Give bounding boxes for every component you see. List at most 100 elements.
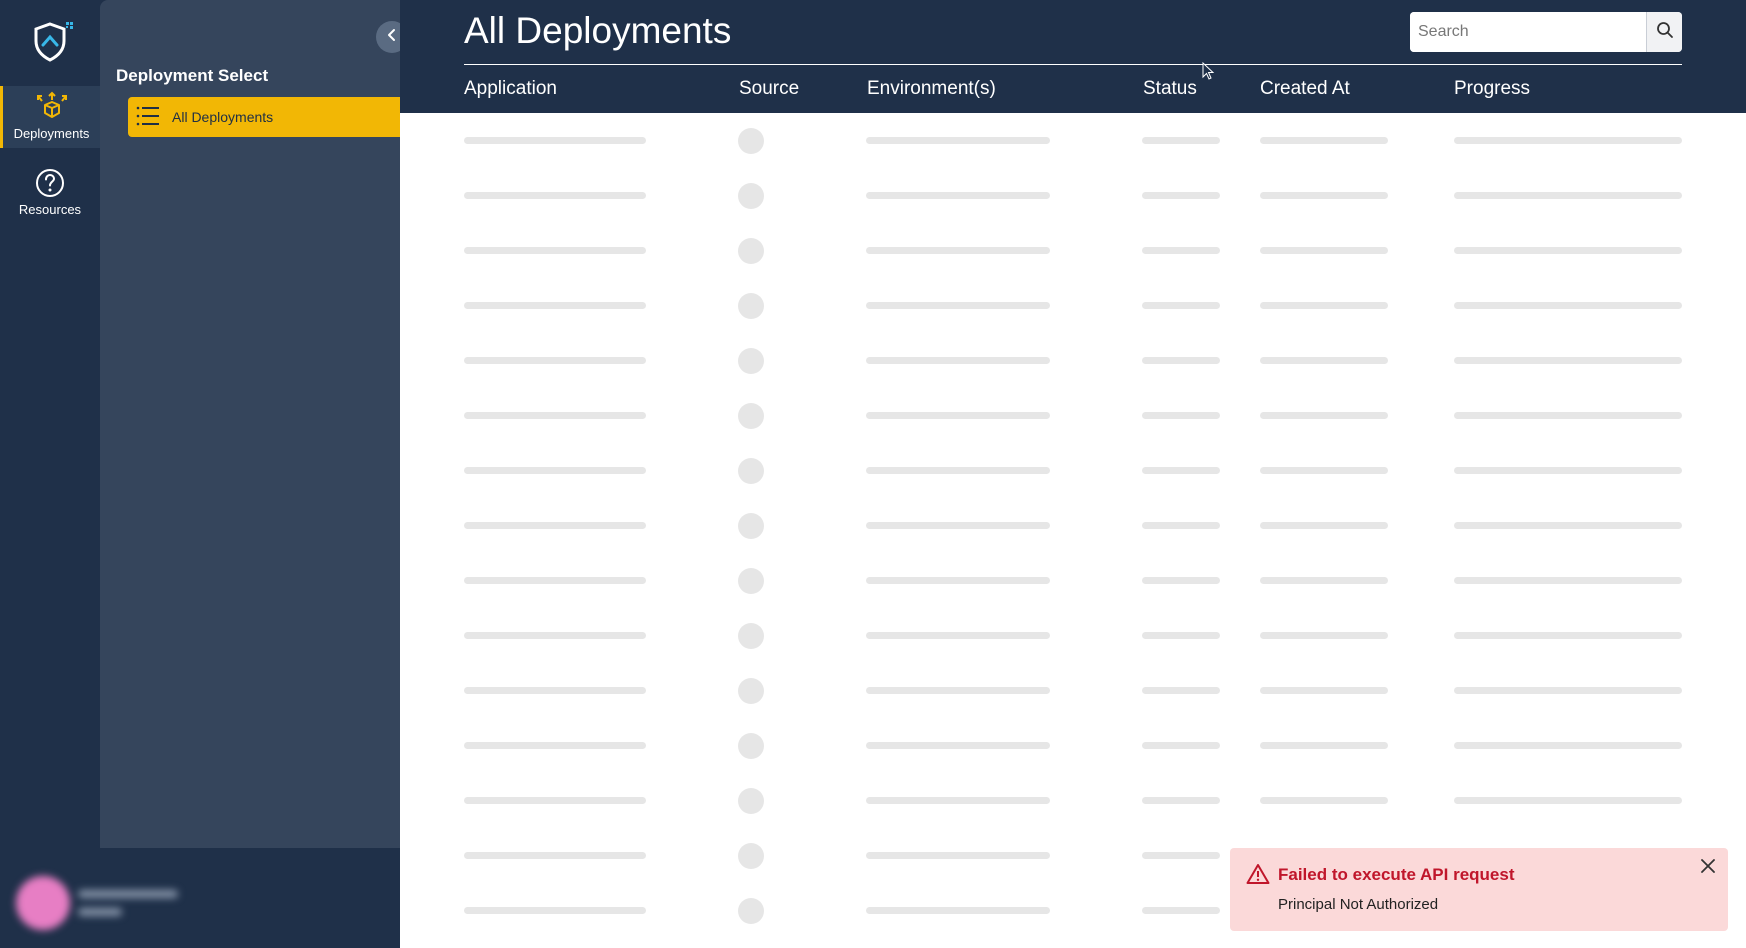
skeleton-bar (1142, 302, 1220, 309)
skeleton-row (400, 773, 1746, 828)
mouse-cursor-icon (1202, 61, 1216, 87)
skeleton-bar (1142, 577, 1220, 584)
column-header-progress[interactable]: Progress (1454, 78, 1530, 100)
skeleton-bar (464, 687, 646, 694)
skeleton-bar (1142, 797, 1220, 804)
rail-item-resources[interactable]: Resources (0, 160, 100, 224)
rail-item-deployments[interactable]: Deployments (0, 86, 100, 148)
skeleton-bar (1454, 247, 1682, 254)
skeleton-circle (738, 843, 764, 869)
skeleton-bar (866, 797, 1050, 804)
skeleton-row (400, 553, 1746, 608)
skeleton-bar (866, 357, 1050, 364)
skeleton-bar (866, 302, 1050, 309)
column-header-source[interactable]: Source (739, 78, 799, 100)
chevron-left-icon (385, 28, 399, 47)
skeleton-bar (866, 467, 1050, 474)
skeleton-bar (464, 522, 646, 529)
skeleton-bar (464, 577, 646, 584)
panel-title: Deployment Select (116, 66, 269, 85)
skeleton-bar (464, 137, 646, 144)
skeleton-row (400, 333, 1746, 388)
search-button[interactable] (1646, 12, 1682, 52)
user-profile[interactable] (16, 876, 178, 930)
skeleton-bar (866, 577, 1050, 584)
warning-triangle-icon (1246, 863, 1270, 890)
toast-message: Principal Not Authorized (1278, 896, 1439, 913)
deployment-select-panel: Deployment Select All Deployments (100, 0, 408, 848)
column-header-status[interactable]: Status (1143, 78, 1197, 100)
skeleton-bar (464, 632, 646, 639)
skeleton-bar (1142, 137, 1220, 144)
skeleton-bar (1260, 687, 1388, 694)
skeleton-bar (1260, 412, 1388, 419)
skeleton-row (400, 443, 1746, 498)
skeleton-bar (464, 852, 646, 859)
nav-item-label: All Deployments (172, 109, 274, 125)
skeleton-bar (1454, 742, 1682, 749)
skeleton-bar (1260, 577, 1388, 584)
list-icon (136, 105, 160, 130)
close-icon (1701, 858, 1715, 878)
skeleton-bar (1260, 302, 1388, 309)
skeleton-circle (738, 128, 764, 154)
skeleton-circle (738, 348, 764, 374)
skeleton-bar (866, 522, 1050, 529)
skeleton-bar (1142, 412, 1220, 419)
avatar (16, 876, 70, 930)
skeleton-row (400, 168, 1746, 223)
page-title: All Deployments (464, 10, 732, 51)
skeleton-bar (1142, 467, 1220, 474)
skeleton-bar (1260, 522, 1388, 529)
rail-item-label: Deployments (13, 126, 90, 141)
skeleton-bar (866, 907, 1050, 914)
skeleton-bar (866, 137, 1050, 144)
shield-logo-icon[interactable] (30, 20, 74, 64)
column-header-environments[interactable]: Environment(s) (867, 78, 996, 100)
skeleton-circle (738, 733, 764, 759)
skeleton-circle (738, 403, 764, 429)
column-header-created-at[interactable]: Created At (1260, 78, 1350, 100)
skeleton-bar (1454, 467, 1682, 474)
skeleton-circle (738, 623, 764, 649)
nav-item-all-deployments[interactable]: All Deployments (128, 97, 400, 137)
skeleton-bar (1142, 852, 1220, 859)
skeleton-bar (1260, 247, 1388, 254)
column-header-application[interactable]: Application (464, 78, 557, 100)
skeleton-bar (1142, 192, 1220, 199)
skeleton-bar (1260, 137, 1388, 144)
search-icon (1656, 21, 1674, 44)
skeleton-bar (1260, 742, 1388, 749)
skeleton-bar (1260, 632, 1388, 639)
skeleton-bar (1454, 577, 1682, 584)
skeleton-bar (1142, 907, 1220, 914)
skeleton-bar (1454, 632, 1682, 639)
deployments-table-loading (400, 113, 1746, 948)
toast-close-button[interactable] (1698, 858, 1718, 878)
skeleton-circle (738, 898, 764, 924)
skeleton-bar (1454, 137, 1682, 144)
skeleton-bar (464, 247, 646, 254)
skeleton-row (400, 278, 1746, 333)
rail-item-label: Resources (18, 202, 82, 217)
skeleton-bar (1260, 357, 1388, 364)
skeleton-bar (1142, 247, 1220, 254)
skeleton-circle (738, 788, 764, 814)
skeleton-bar (866, 412, 1050, 419)
skeleton-bar (1142, 687, 1220, 694)
skeleton-bar (866, 247, 1050, 254)
skeleton-bar (1260, 192, 1388, 199)
help-circle-icon (34, 166, 66, 200)
skeleton-circle (738, 678, 764, 704)
skeleton-bar (1142, 357, 1220, 364)
skeleton-row (400, 718, 1746, 773)
skeleton-circle (738, 293, 764, 319)
search-box (1410, 12, 1682, 52)
skeleton-circle (738, 458, 764, 484)
skeleton-bar (1454, 357, 1682, 364)
skeleton-bar (1142, 522, 1220, 529)
search-input[interactable] (1410, 12, 1646, 52)
skeleton-row (400, 608, 1746, 663)
skeleton-bar (464, 302, 646, 309)
skeleton-bar (866, 687, 1050, 694)
